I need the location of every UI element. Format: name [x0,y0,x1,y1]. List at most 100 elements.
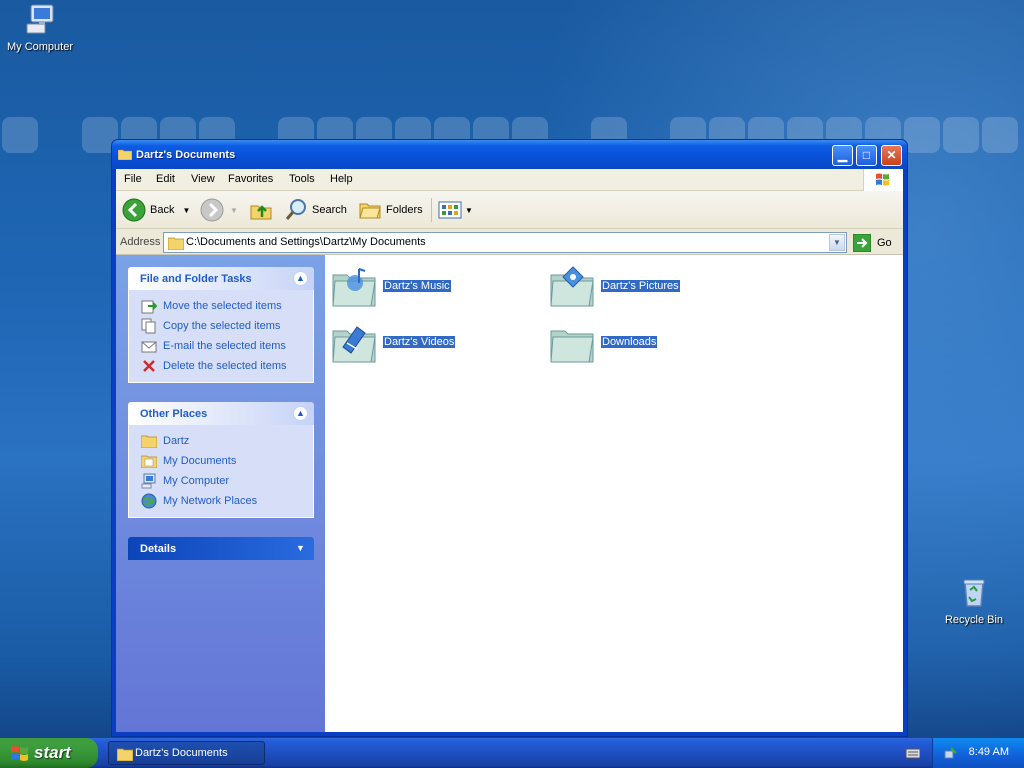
place-network[interactable]: My Network Places [141,491,313,511]
computer-icon [26,4,54,34]
panel-body: Move the selected items Copy the selecte… [128,290,314,383]
folders-button[interactable]: Folders [358,197,423,223]
desktop-decoration [943,117,979,153]
collapse-chevron-icon[interactable]: ▲ [293,406,308,421]
windows-logo [863,169,903,191]
videos-folder-icon [332,326,376,363]
title-bar[interactable]: Dartz's Documents ▁ □ ✕ [112,140,907,169]
system-tray: 8:49 AM [932,738,1024,768]
computer-icon [141,473,157,489]
task-copy[interactable]: Copy the selected items [141,316,313,336]
folder-icon [117,748,133,761]
other-places-panel: Other Places ▲ Dartz My Documents My Com… [128,402,314,518]
explorer-window: Dartz's Documents ▁ □ ✕ File Edit View F… [111,139,908,737]
place-label: Dartz [163,435,190,447]
menu-tools[interactable]: Tools [289,173,315,185]
desktop-icon-label: Recycle Bin [944,614,1004,626]
taskbar-item-dartzs-documents[interactable]: Dartz's Documents [108,741,265,765]
expand-chevron-icon[interactable]: ▼ [293,541,308,556]
folder-icon [550,330,594,363]
forward-arrow-icon [200,198,224,222]
chevron-down-icon: ▼ [833,238,841,247]
forward-button[interactable]: ▼ [200,197,238,223]
taskbar: start Dartz's Documents 8:49 AM [0,738,1024,768]
network-status-icon[interactable] [943,745,959,761]
task-label: Copy the selected items [163,320,281,332]
menu-help[interactable]: Help [330,173,353,185]
address-dropdown-button[interactable]: ▼ [829,234,845,251]
maximize-button[interactable]: □ [856,145,877,166]
toolbar: Back ▼ ▼ Search Folders ▼ [116,191,903,229]
go-label: Go [877,236,892,249]
menu-view[interactable]: View [191,173,215,185]
folder-name: Downloads [601,336,658,348]
place-my-documents[interactable]: My Documents [141,451,313,471]
place-label: My Network Places [163,495,258,507]
windows-flag-icon [11,746,28,761]
desktop-icon-label: My Computer [6,41,74,53]
desktop-decoration [2,117,38,153]
search-button[interactable]: Search [284,197,347,223]
toolbar-separator [431,198,432,222]
address-input[interactable]: C:\Documents and Settings\Dartz\My Docum… [163,232,847,253]
folder-name: Dartz's Pictures [601,280,680,292]
folder-icon [168,237,184,250]
minimize-icon: ▁ [837,148,848,162]
panel-title: Other Places [140,408,208,420]
collapse-chevron-icon[interactable]: ▲ [293,271,308,286]
task-label: E-mail the selected items [163,340,286,352]
window-body: File Edit View Favorites Tools Help Back… [116,169,903,732]
search-label: Search [312,204,347,216]
panel-header[interactable]: Other Places ▲ [128,402,314,425]
chevron-down-icon: ▼ [465,205,473,215]
chevron-down-icon[interactable]: ▼ [182,206,190,215]
panel-header[interactable]: File and Folder Tasks ▲ [128,267,314,290]
views-button[interactable]: ▼ [438,197,473,223]
taskbar-item-label: Dartz's Documents [135,747,228,759]
address-value: C:\Documents and Settings\Dartz\My Docum… [186,236,426,248]
start-button[interactable]: start [0,738,98,768]
clock[interactable]: 8:49 AM [969,746,1009,758]
music-folder-icon [332,268,376,307]
folder-item[interactable]: Downloads [549,319,658,365]
close-button[interactable]: ✕ [881,145,902,166]
folders-label: Folders [386,204,423,216]
menu-favorites[interactable]: Favorites [228,173,273,185]
up-folder-button[interactable] [249,197,273,223]
folder-name: Dartz's Videos [383,336,456,348]
back-arrow-icon [122,198,146,222]
panel-body: Dartz My Documents My Computer My Networ… [128,425,314,518]
place-label: My Computer [163,475,230,487]
desktop-icon-my-computer[interactable]: My Computer [0,2,80,53]
task-move[interactable]: Move the selected items [141,296,313,316]
start-label: start [34,743,71,762]
task-pane: File and Folder Tasks ▲ Move the selecte… [116,255,325,732]
my-documents-icon [141,453,157,469]
up-folder-icon [250,205,272,220]
folder-content-area: Dartz's Music Dartz's Pictures Dartz's V… [325,255,903,732]
task-email[interactable]: E-mail the selected items [141,336,313,356]
move-icon [141,298,157,314]
place-my-computer[interactable]: My Computer [141,471,313,491]
close-icon: ✕ [886,148,897,162]
folder-item[interactable]: Dartz's Music [331,263,451,309]
folder-item[interactable]: Dartz's Videos [331,319,456,365]
folder-item[interactable]: Dartz's Pictures [549,263,680,309]
minimize-button[interactable]: ▁ [832,145,853,166]
task-delete[interactable]: Delete the selected items [141,356,313,376]
place-label: My Documents [163,455,237,467]
desktop-icon-recycle-bin[interactable]: Recycle Bin [934,575,1014,626]
keyboard-icon[interactable] [905,746,921,763]
back-button[interactable]: Back ▼ [122,197,190,223]
menu-file[interactable]: File [124,173,142,185]
go-button[interactable]: Go [853,232,892,253]
address-bar: Address C:\Documents and Settings\Dartz\… [116,230,903,255]
place-dartz[interactable]: Dartz [141,431,313,451]
email-icon [141,338,157,354]
folder-icon [117,148,133,163]
chevron-down-icon[interactable]: ▼ [230,206,238,215]
menu-edit[interactable]: Edit [156,173,175,185]
maximize-icon: □ [862,148,871,162]
search-icon [285,199,306,220]
panel-header[interactable]: Details ▼ [128,537,314,560]
